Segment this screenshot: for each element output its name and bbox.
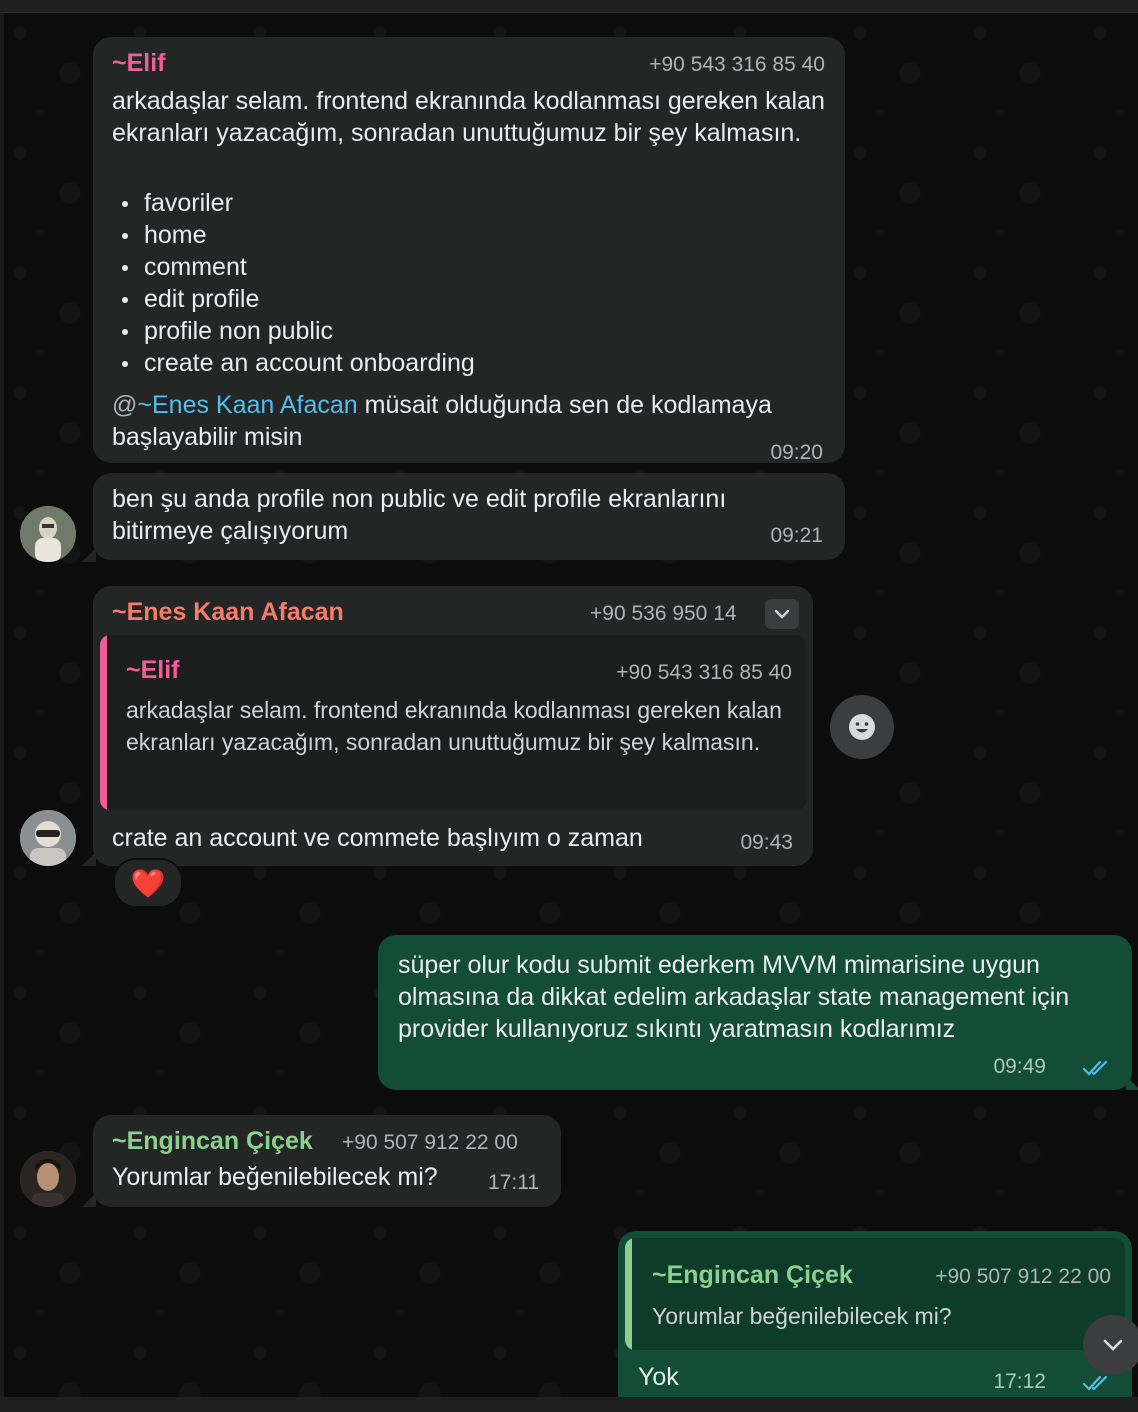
message-text: ben şu anda profile non public ve edit p… [112, 485, 727, 545]
bubble-tail [82, 852, 96, 866]
message-text: Yorumlar beğenilebilecek mi? [112, 1163, 438, 1191]
bubble-tail [82, 548, 96, 562]
sender-name[interactable]: ~Elif [112, 49, 166, 78]
chat-panel: ~Elif +90 543 316 85 40 arkadaşlar selam… [0, 13, 1138, 1397]
message-bubble[interactable]: ben şu anda profile non public ve edit p… [93, 473, 845, 560]
sender-name[interactable]: ~Enes Kaan Afacan [112, 598, 344, 627]
quote-sender: ~Elif [126, 656, 180, 684]
scroll-down-button[interactable] [1083, 1315, 1138, 1375]
avatar[interactable] [20, 810, 76, 866]
message-text: crate an account ve commete başlıyım o z… [112, 824, 643, 852]
quote-phone: +90 543 316 85 40 [616, 661, 792, 684]
window-bottom-bar [0, 1397, 1138, 1412]
quote-bar [625, 1238, 632, 1350]
message-text-mention: @~Enes Kaan Afacan müsait olduğunda sen … [112, 389, 827, 453]
list-item: favoriler [112, 187, 475, 219]
left-edge [0, 13, 4, 1397]
message-time: 09:20 [770, 441, 823, 464]
quote-phone: +90 507 912 22 00 [935, 1265, 1111, 1288]
sender-phone: +90 536 950 14 [590, 602, 737, 625]
emoji-reaction-button[interactable] [830, 695, 894, 759]
message-bubble[interactable]: ~Enes Kaan Afacan +90 536 950 14 ~Elif +… [93, 586, 813, 866]
list-item: create an account onboarding [112, 347, 475, 379]
bubble-tail [1126, 1076, 1138, 1090]
mention-link[interactable]: ~Enes Kaan Afacan [137, 391, 357, 419]
double-check-icon [1082, 1060, 1108, 1076]
list-item: edit profile [112, 283, 475, 315]
list-item: comment [112, 251, 475, 283]
quoted-message[interactable]: ~Elif +90 543 316 85 40 arkadaşlar selam… [100, 635, 806, 810]
avatar[interactable] [20, 506, 76, 562]
message-bubble[interactable]: süper olur kodu submit ederkem MVVM mima… [378, 935, 1132, 1090]
sender-phone: +90 507 912 22 00 [342, 1131, 518, 1154]
reaction-badge[interactable]: ❤️ [113, 858, 183, 908]
list-item: home [112, 219, 475, 251]
quote-bar [100, 635, 107, 810]
message-text: Yok [638, 1363, 679, 1391]
chevron-down-icon [774, 609, 790, 619]
quote-sender: ~Engincan Çiçek [652, 1261, 853, 1289]
avatar[interactable] [20, 1151, 76, 1207]
message-time: 17:11 [488, 1171, 539, 1194]
bubble-tail [82, 1193, 96, 1207]
message-menu-button[interactable] [765, 599, 799, 629]
smiley-icon [849, 714, 875, 740]
message-text: süper olur kodu submit ederkem MVVM mima… [398, 951, 1070, 1043]
quote-text: Yorumlar beğenilebilecek mi? [652, 1303, 952, 1329]
message-time: 09:21 [770, 524, 823, 547]
message-time: 09:49 [993, 1055, 1046, 1078]
message-bubble[interactable]: ~Engincan Çiçek +90 507 912 22 00 Yoruml… [93, 1115, 561, 1207]
message-time: 17:12 [993, 1370, 1046, 1393]
message-list: favoriler home comment edit profile prof… [112, 187, 475, 379]
quote-text: arkadaşlar selam. frontend ekranında kod… [126, 697, 782, 755]
chevron-down-icon [1103, 1339, 1123, 1351]
message-bubble[interactable]: ~Elif +90 543 316 85 40 arkadaşlar selam… [93, 37, 845, 464]
sender-phone: +90 543 316 85 40 [649, 53, 825, 76]
double-check-icon [1082, 1375, 1108, 1391]
message-bubble[interactable]: ~Engincan Çiçek +90 507 912 22 00 Yoruml… [618, 1231, 1132, 1397]
mention-prefix: @ [112, 391, 138, 419]
message-time: 09:43 [740, 831, 793, 854]
sender-name[interactable]: ~Engincan Çiçek [112, 1127, 313, 1156]
list-item: profile non public [112, 315, 475, 347]
window-top-bar [0, 0, 1138, 13]
quoted-message[interactable]: ~Engincan Çiçek +90 507 912 22 00 Yoruml… [625, 1238, 1125, 1350]
message-text: arkadaşlar selam. frontend ekranında kod… [112, 87, 825, 147]
